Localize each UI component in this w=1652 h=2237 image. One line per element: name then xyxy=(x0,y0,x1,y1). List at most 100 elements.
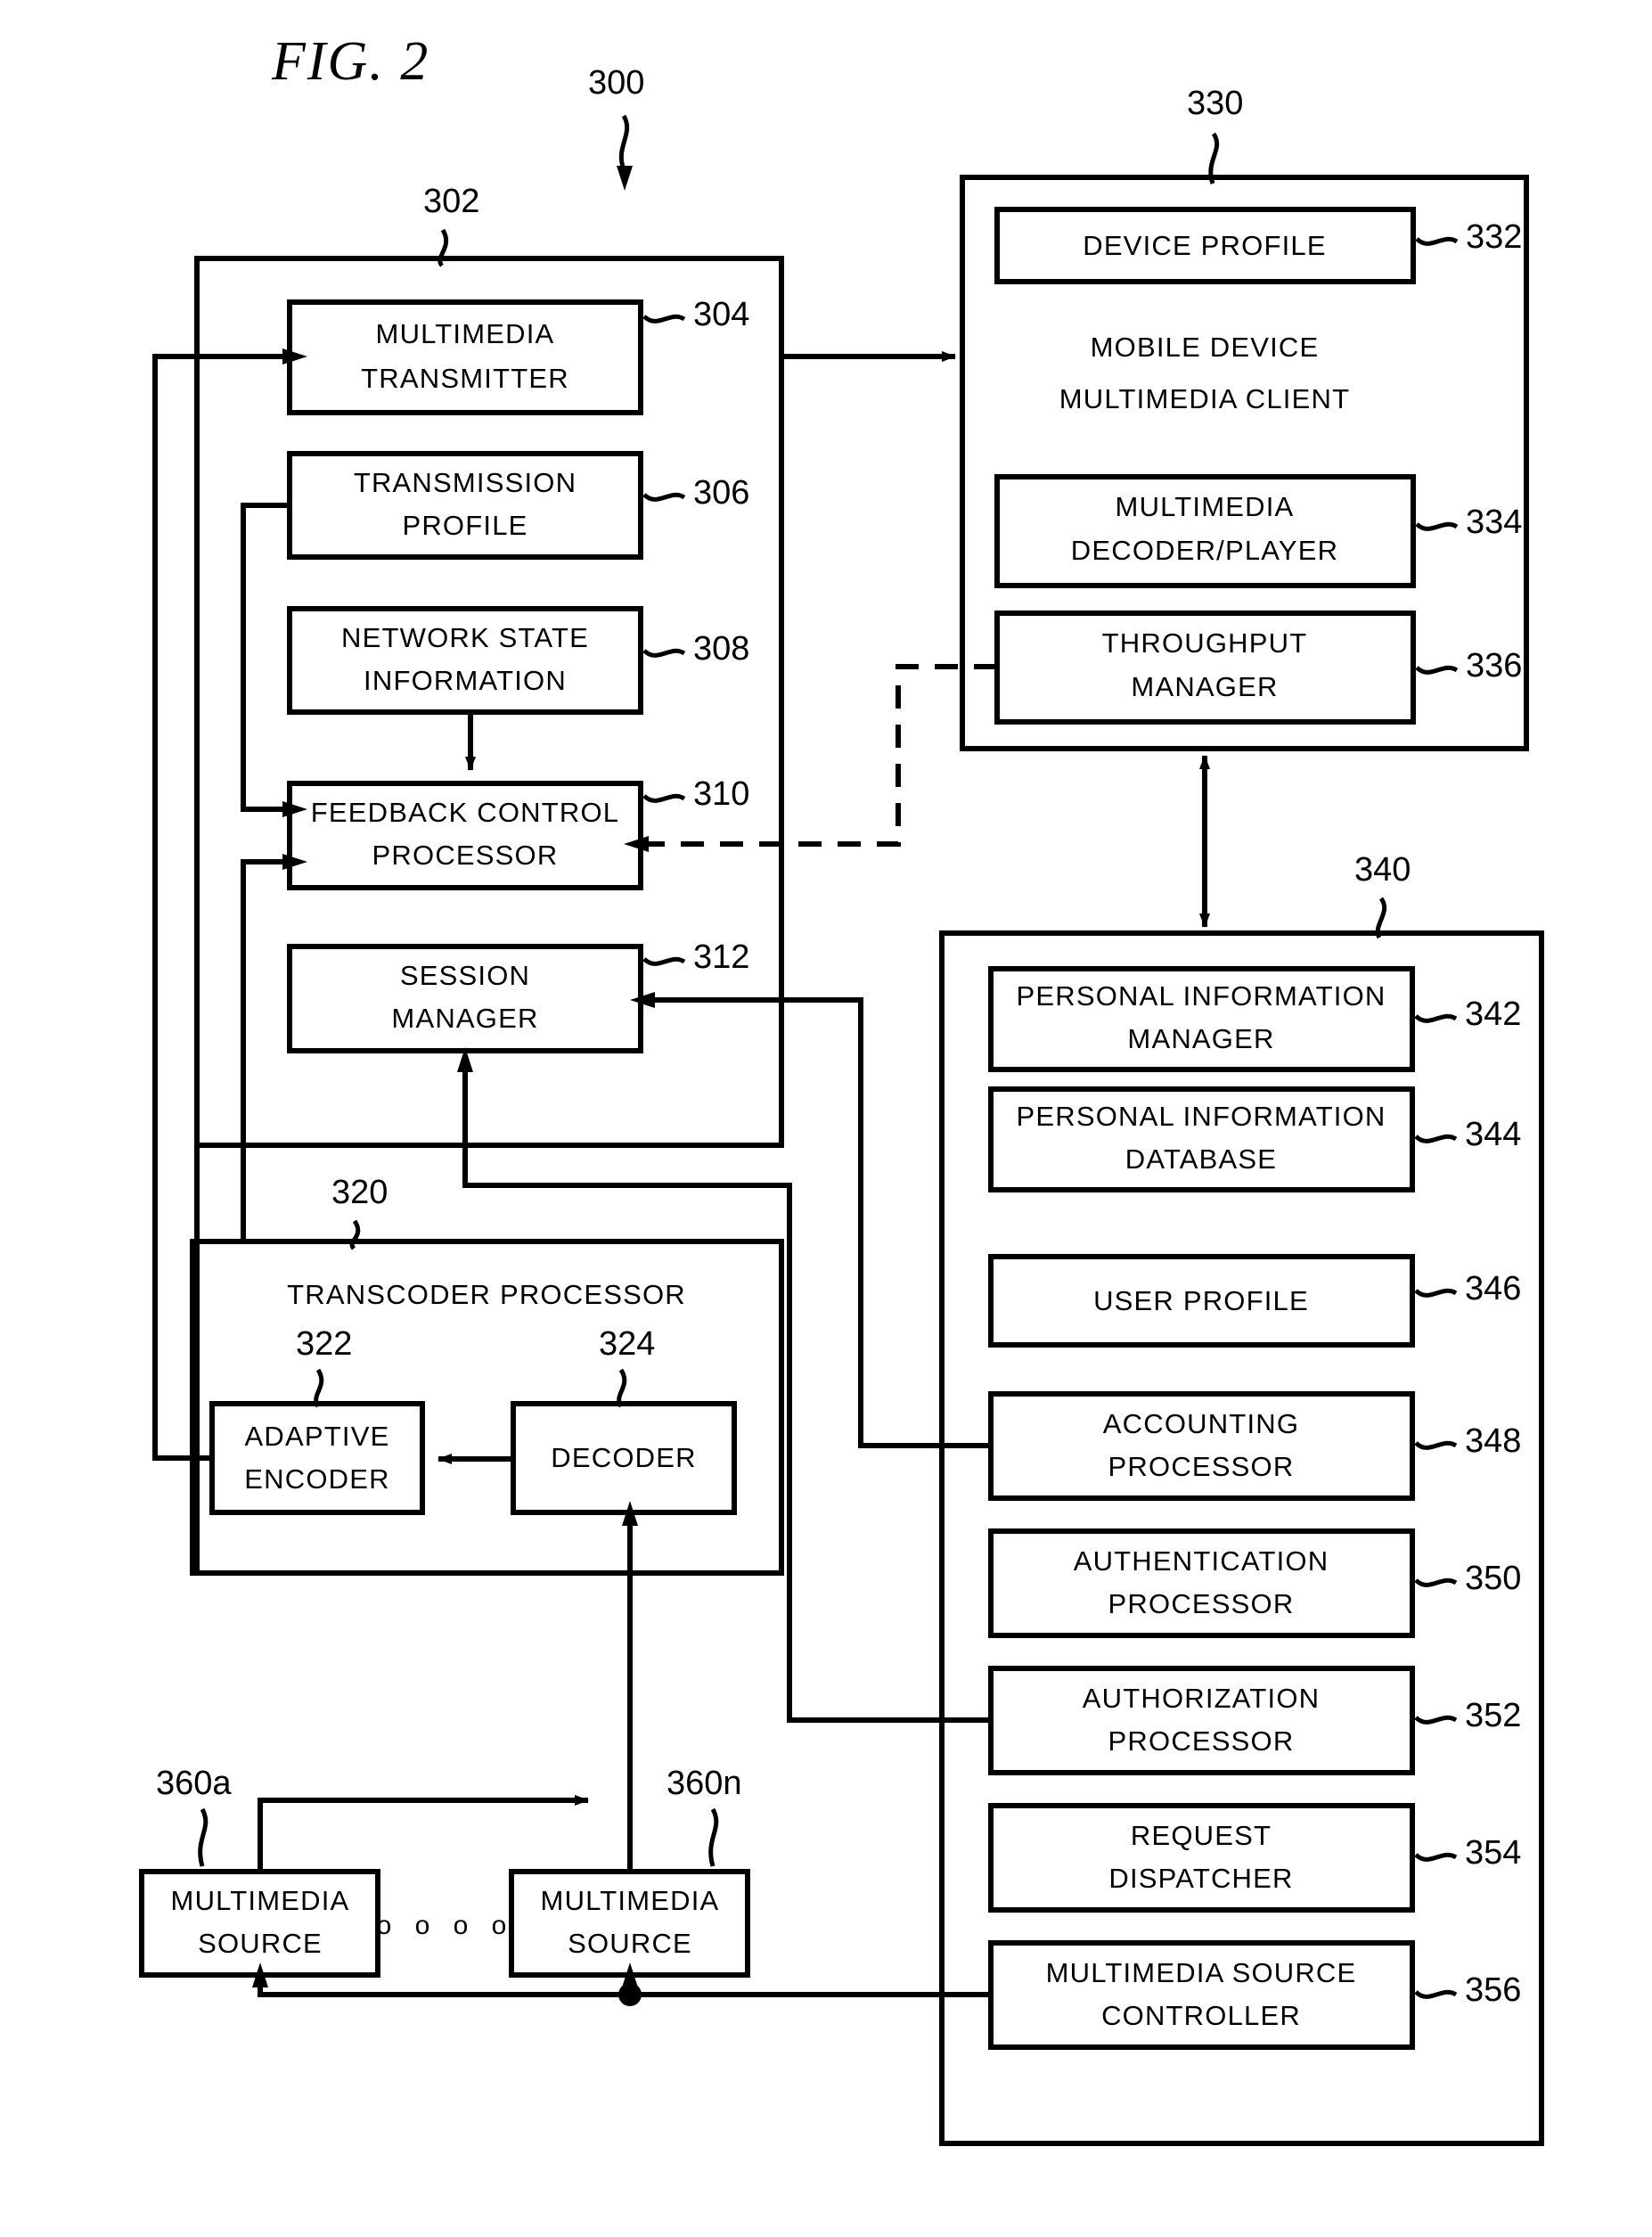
label-source-n-line2: SOURCE xyxy=(568,1928,692,1959)
leader-320 xyxy=(349,1219,361,1250)
label-decoder: DECODER xyxy=(551,1442,696,1473)
label-feedback-control-line1: FEEDBACK CONTROL xyxy=(311,797,619,828)
leader-344 xyxy=(1414,1134,1458,1143)
label-msc-line2: CONTROLLER xyxy=(1101,2000,1301,2031)
wire-bus-to-source-a xyxy=(258,1987,630,1997)
leader-334 xyxy=(1415,521,1459,531)
label-decoder-player-line1: MULTIMEDIA xyxy=(1116,491,1295,522)
ref-336: 336 xyxy=(1466,647,1522,684)
label-authorization-line2: PROCESSOR xyxy=(1108,1725,1295,1757)
label-authentication-line1: AUTHENTICATION xyxy=(1074,1545,1329,1577)
leader-360a xyxy=(198,1807,209,1867)
label-adaptive-encoder-line1: ADAPTIVE xyxy=(245,1421,390,1452)
ref-300: 300 xyxy=(588,64,644,102)
ref-304: 304 xyxy=(693,296,749,333)
label-request-dispatcher-line2: DISPATCHER xyxy=(1108,1863,1293,1894)
client-title-line2: MULTIMEDIA CLIENT xyxy=(1059,383,1350,414)
wire-authorization-to-session xyxy=(462,1072,991,1723)
label-network-state-line1: NETWORK STATE xyxy=(341,622,589,653)
patent-figure-canvas: FIG. 2 300 302 MULTIMEDIA TRANSMITTER 30… xyxy=(0,0,1652,2237)
wire-profile-arrowhead xyxy=(282,801,307,817)
ref-352: 352 xyxy=(1465,1697,1521,1734)
client-block-330 xyxy=(960,175,1529,751)
label-source-a-line1: MULTIMEDIA xyxy=(171,1885,350,1916)
label-authorization-line1: AUTHORIZATION xyxy=(1083,1683,1320,1714)
ref-308: 308 xyxy=(693,630,749,668)
leader-352 xyxy=(1414,1715,1458,1725)
label-pim-line1: PERSONAL INFORMATION xyxy=(1017,980,1386,1012)
leader-300-arrow xyxy=(617,166,633,191)
label-feedback-control-line2: PROCESSOR xyxy=(372,840,559,871)
label-session-manager-line1: SESSION xyxy=(400,960,530,991)
ref-340: 340 xyxy=(1354,851,1411,889)
leader-300 xyxy=(618,114,630,170)
label-throughput-manager-line1: THROUGHPUT xyxy=(1102,627,1308,659)
leader-306 xyxy=(642,492,686,502)
label-multimedia-transmitter-line1: MULTIMEDIA xyxy=(376,318,555,349)
label-device-profile: DEVICE PROFILE xyxy=(1083,230,1326,261)
ref-310: 310 xyxy=(693,775,749,813)
label-accounting-line2: PROCESSOR xyxy=(1108,1451,1295,1482)
ref-324: 324 xyxy=(599,1325,655,1363)
label-transmission-profile-line1: TRANSMISSION xyxy=(354,467,577,498)
wire-throughput-feedback-dashed xyxy=(649,664,997,847)
wire-feedback-lower-arrowhead xyxy=(282,854,307,870)
ref-306: 306 xyxy=(693,474,749,512)
wire-throughput-feedback-arrowhead xyxy=(624,836,649,852)
label-adaptive-encoder-line2: ENCODER xyxy=(244,1463,389,1495)
label-transmission-profile-line2: PROFILE xyxy=(402,510,527,541)
leader-308 xyxy=(642,648,686,658)
figure-title: FIG. 2 xyxy=(271,31,429,92)
leader-310 xyxy=(642,793,686,803)
transcoder-title: TRANSCODER PROCESSOR xyxy=(287,1279,686,1310)
label-throughput-manager-line2: MANAGER xyxy=(1131,671,1278,702)
leader-324 xyxy=(617,1368,627,1408)
label-pid-line2: DATABASE xyxy=(1125,1143,1277,1175)
ref-356: 356 xyxy=(1465,1971,1521,2009)
label-source-n-line1: MULTIMEDIA xyxy=(541,1885,720,1916)
ref-312: 312 xyxy=(693,938,749,976)
label-network-state-line2: INFORMATION xyxy=(364,665,567,696)
label-decoder-player-line2: DECODER/PLAYER xyxy=(1071,535,1338,566)
wire-encoder-out-arrowhead xyxy=(282,348,307,365)
ref-344: 344 xyxy=(1465,1116,1521,1153)
leader-332 xyxy=(1415,236,1459,246)
ref-346: 346 xyxy=(1465,1270,1521,1307)
ref-360n: 360n xyxy=(667,1765,742,1802)
leader-356 xyxy=(1414,1989,1458,1999)
wire-profile-to-feedback xyxy=(241,503,290,812)
label-pid-line1: PERSONAL INFORMATION xyxy=(1017,1101,1386,1132)
ref-332: 332 xyxy=(1466,218,1522,256)
leader-354 xyxy=(1414,1852,1458,1862)
ref-348: 348 xyxy=(1465,1422,1521,1460)
leader-322 xyxy=(314,1368,324,1408)
leader-346 xyxy=(1414,1288,1458,1298)
label-msc-line1: MULTIMEDIA SOURCE xyxy=(1046,1957,1357,1988)
client-title-line1: MOBILE DEVICE xyxy=(1091,332,1320,363)
ref-302: 302 xyxy=(423,183,479,220)
ref-350: 350 xyxy=(1465,1560,1521,1597)
sources-ellipsis: o o o o xyxy=(377,1911,515,1940)
wire-encoder-to-transmitter xyxy=(152,354,282,1461)
label-accounting-line1: ACCOUNTING xyxy=(1103,1408,1299,1439)
label-source-a-line2: SOURCE xyxy=(198,1928,323,1959)
ref-330: 330 xyxy=(1187,85,1243,122)
label-session-manager-line2: MANAGER xyxy=(391,1003,538,1034)
label-user-profile: USER PROFILE xyxy=(1093,1285,1309,1316)
leader-350 xyxy=(1414,1577,1458,1587)
wire-source-a-to-riser xyxy=(258,1795,589,1869)
leader-304 xyxy=(642,314,686,324)
leader-312 xyxy=(642,956,686,966)
ref-322: 322 xyxy=(296,1325,352,1363)
wire-rail-to-feedback-lower xyxy=(241,859,282,1159)
leader-336 xyxy=(1415,665,1459,675)
ref-342: 342 xyxy=(1465,996,1521,1033)
label-pim-line2: MANAGER xyxy=(1127,1023,1274,1054)
ref-320: 320 xyxy=(331,1174,388,1211)
label-multimedia-transmitter-line2: TRANSMITTER xyxy=(361,363,569,394)
leader-360n xyxy=(708,1807,719,1867)
leader-342 xyxy=(1414,1013,1458,1023)
ref-354: 354 xyxy=(1465,1834,1521,1872)
ref-360a: 360a xyxy=(156,1765,232,1802)
label-authentication-line2: PROCESSOR xyxy=(1108,1588,1295,1619)
